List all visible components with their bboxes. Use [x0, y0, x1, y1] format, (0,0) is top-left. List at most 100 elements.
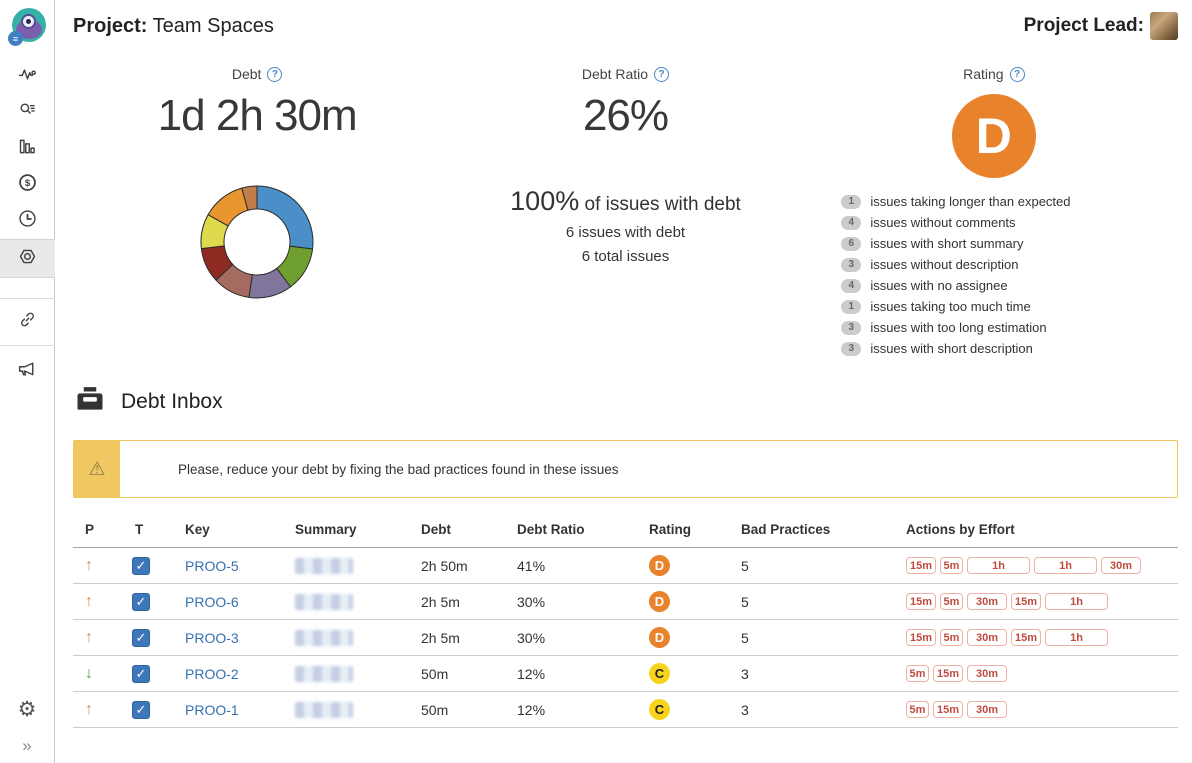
page-title: Project: Team Spaces	[73, 15, 274, 38]
action-effort-pill[interactable]: 1h	[1045, 629, 1108, 646]
bar-chart-icon	[17, 136, 38, 162]
summary-blurred	[295, 665, 353, 682]
table-row: ↓ ✓ PROO-2 50m 12% C 3 5m 15m 30m	[73, 655, 1178, 692]
action-effort-pill[interactable]: 15m	[1011, 593, 1041, 610]
summary-cell	[283, 547, 409, 584]
issue-key-link[interactable]: PROO-5	[185, 558, 239, 574]
issue-key-link[interactable]: PROO-6	[185, 594, 239, 610]
issues-with-debt-count: 6 issues with debt	[565, 224, 686, 242]
priority-cell: ↑	[73, 547, 123, 584]
debt-ratio-cell: 30%	[505, 583, 637, 620]
sidebar-item-search-issues[interactable]	[0, 95, 55, 131]
rating-breakdown-item: 3 issues with short description	[841, 341, 1146, 356]
sidebar-item-time[interactable]	[0, 203, 55, 239]
rating-label-row: Rating ?	[963, 66, 1025, 82]
action-effort-pill[interactable]: 30m	[967, 593, 1007, 610]
row-checkbox[interactable]: ✓	[132, 700, 150, 719]
action-effort-pill[interactable]: 5m	[906, 665, 929, 682]
action-effort-pill[interactable]: 5m	[940, 593, 963, 610]
type-cell: ✓	[123, 547, 173, 584]
breakdown-label: issues with no assignee	[870, 278, 1008, 293]
sidebar-item-links[interactable]	[0, 299, 55, 345]
breakdown-count-badge: 6	[841, 236, 862, 251]
total-issues-count: 6 total issues	[581, 248, 670, 266]
action-effort-pill[interactable]: 15m	[1011, 629, 1041, 646]
key-cell: PROO-2	[173, 655, 283, 692]
summary-blurred	[295, 629, 353, 646]
sidebar-item-announcements[interactable]	[0, 346, 55, 396]
warning-message: Please, reduce your debt by fixing the b…	[178, 461, 619, 477]
priority-up-arrow: ↑	[85, 592, 93, 610]
debt-ratio-label-row: Debt Ratio ?	[581, 66, 670, 82]
rating-breakdown-item: 4 issues without comments	[841, 215, 1146, 230]
project-lead: Project Lead:	[1024, 12, 1178, 40]
breakdown-label: issues with short summary	[870, 236, 1024, 251]
action-effort-pill[interactable]: 15m	[906, 593, 936, 610]
row-checkbox[interactable]: ✓	[132, 556, 150, 575]
action-effort-pill[interactable]: 30m	[967, 629, 1007, 646]
issue-key-link[interactable]: PROO-3	[185, 630, 239, 646]
actions-cell: 5m 15m 30m	[894, 691, 1178, 728]
column-header-debt-ratio: Debt Ratio	[505, 516, 637, 548]
rating-badge: D	[649, 591, 670, 612]
debt-metric: Debt ? 1d 2h 30m	[73, 66, 441, 356]
debt-help-icon[interactable]: ?	[267, 66, 283, 82]
svg-text:$: $	[24, 178, 30, 189]
action-effort-pill[interactable]: 30m	[967, 701, 1007, 718]
sidebar-item-debt-settings[interactable]	[0, 239, 55, 278]
sidebar-item-cost[interactable]: $	[0, 167, 55, 203]
action-effort-pill[interactable]: 15m	[933, 665, 963, 682]
action-effort-pill[interactable]: 30m	[967, 665, 1007, 682]
app-logo-icon[interactable]: ≡	[7, 7, 47, 47]
action-effort-pill[interactable]: 1h	[1045, 593, 1108, 610]
debt-table-body: ↑ ✓ PROO-5 2h 50m 41% D 5 15m 5m 1h 1h 30m ↑ ✓ PROO-6 2…	[73, 547, 1178, 728]
action-effort-pill[interactable]: 1h	[967, 557, 1030, 574]
table-row: ↑ ✓ PROO-5 2h 50m 41% D 5 15m 5m 1h 1h 30m	[73, 547, 1178, 584]
rating-breakdown: 1 issues taking longer than expected 4 issu…	[841, 194, 1146, 356]
breakdown-label: issues taking longer than expected	[870, 194, 1071, 209]
debt-inbox-title: Debt Inbox	[121, 390, 223, 413]
project-label: Project:	[73, 14, 148, 37]
percent-highlight: 100%	[510, 186, 580, 217]
summary-cell	[283, 583, 409, 620]
issue-key-link[interactable]: PROO-2	[185, 666, 239, 682]
debt-ratio-label: Debt Ratio	[581, 66, 649, 82]
type-cell: ✓	[123, 655, 173, 692]
project-lead-label: Project Lead:	[1023, 15, 1144, 36]
action-effort-pill[interactable]: 5m	[906, 701, 929, 718]
priority-up-arrow: ↑	[85, 556, 93, 574]
debt-ratio-help-icon[interactable]: ?	[654, 66, 670, 82]
settings-gear-icon[interactable]: ⚙	[18, 689, 37, 729]
priority-cell: ↑	[73, 583, 123, 620]
action-effort-pill[interactable]: 15m	[933, 701, 963, 718]
row-checkbox[interactable]: ✓	[132, 628, 150, 647]
summary-blurred	[295, 701, 353, 718]
sidebar-item-activity[interactable]	[0, 59, 55, 95]
sidebar-item-reports[interactable]	[0, 131, 55, 167]
action-effort-pill[interactable]: 1h	[1034, 557, 1097, 574]
clock-icon	[17, 208, 38, 234]
row-checkbox[interactable]: ✓	[132, 664, 150, 683]
rating-help-icon[interactable]: ?	[1009, 66, 1025, 82]
issues-summary: 100% of issues with debt 6 issues with d…	[510, 186, 741, 265]
megaphone-icon	[17, 358, 38, 384]
issue-key-link[interactable]: PROO-1	[185, 702, 239, 718]
breakdown-count-badge: 3	[841, 257, 862, 272]
debt-ratio-cell: 41%	[505, 547, 637, 584]
expand-sidebar-icon[interactable]: »	[22, 729, 31, 763]
action-effort-pill[interactable]: 15m	[906, 629, 936, 646]
percent-caption: of issues with debt	[579, 194, 741, 216]
rating-breakdown-item: 1 issues taking too much time	[841, 299, 1146, 314]
debt-value: 1d 2h 30m	[157, 91, 358, 140]
row-checkbox[interactable]: ✓	[132, 592, 150, 611]
summary-cell	[283, 691, 409, 728]
column-header-bad-practices: Bad Practices	[729, 516, 894, 548]
breakdown-label: issues without description	[870, 257, 1019, 272]
action-effort-pill[interactable]: 5m	[940, 629, 963, 646]
action-effort-pill[interactable]: 15m	[906, 557, 936, 574]
breakdown-label: issues with short description	[870, 341, 1033, 356]
rating-breakdown-item: 3 issues with too long estimation	[841, 320, 1146, 335]
action-effort-pill[interactable]: 30m	[1101, 557, 1141, 574]
table-row: ↑ ✓ PROO-6 2h 5m 30% D 5 15m 5m 30m 15m 1h	[73, 583, 1178, 620]
action-effort-pill[interactable]: 5m	[940, 557, 963, 574]
